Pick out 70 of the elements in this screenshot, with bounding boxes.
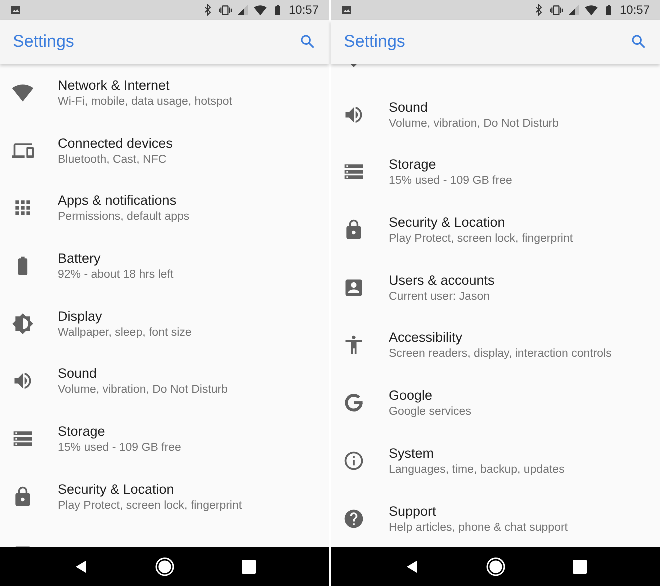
settings-item[interactable]: Sound Volume, vibration, Do Not Disturb: [331, 86, 660, 144]
settings-item[interactable]: Storage 15% used - 109 GB free: [0, 410, 329, 468]
item-subtitle: 15% used - 109 GB free: [58, 441, 182, 456]
item-subtitle: 92% - about 18 hrs left: [58, 268, 174, 284]
item-subtitle: Wallpaper, sleep, font size: [58, 326, 192, 341]
vibrate-icon: [218, 4, 232, 16]
item-subtitle: Permissions, default apps: [58, 210, 190, 226]
item-title: Battery: [58, 250, 102, 268]
settings-item[interactable]: Apps & notifications Permissions, default apps: [0, 179, 329, 238]
home-button[interactable]: [486, 556, 506, 576]
signal-icon: [236, 4, 249, 16]
recents-button[interactable]: [242, 560, 256, 574]
item-subtitle: Play Protect, screen lock, fingerprint: [389, 232, 574, 248]
item-title: Storage: [58, 423, 106, 440]
vibrate-icon: [550, 4, 563, 16]
item-title: Users & accounts: [389, 272, 495, 289]
image-icon: [341, 4, 353, 16]
item-title: Network & Internet: [58, 77, 171, 94]
item-title: Sound: [58, 365, 98, 382]
item-subtitle: Google services: [389, 405, 472, 420]
signal-icon: [568, 4, 580, 16]
wifi-icon: [12, 82, 34, 104]
item-subtitle: Wi-Fi, mobile, data usage, hotspot: [58, 95, 232, 110]
clock-time: 10:57: [288, 4, 319, 16]
item-subtitle: Play Protect, screen lock, fingerprint: [58, 498, 242, 514]
settings-item[interactable]: Users & accounts Current user: Jason: [331, 258, 660, 316]
settings-item[interactable]: Battery 92% - about 18 hrs left: [0, 237, 329, 295]
item-title: Security & Location: [58, 480, 176, 498]
settings-item[interactable]: Network & Internet Wi-Fi, mobile, data usage, hotspot: [0, 64, 329, 122]
item-title: Support: [389, 502, 438, 520]
item-subtitle: 15% used - 109 GB free: [389, 174, 512, 190]
settings-item[interactable]: Sound Volume, vibration, Do Not Disturb: [0, 352, 329, 410]
item-subtitle: Volume, vibration, Do Not Disturb: [58, 383, 228, 398]
brightness-icon: [12, 312, 34, 335]
g-logo-icon: [343, 392, 365, 414]
settings-item[interactable]: Security & Location Play Protect, screen lock, fingerprint: [0, 468, 329, 526]
image-icon: [10, 4, 22, 16]
settings-item[interactable]: Google Google services: [331, 374, 660, 432]
item-subtitle: Volume, vibration, Do Not Disturb: [389, 116, 560, 132]
item-title: Security & Location: [389, 214, 506, 232]
item-title: Sound: [389, 98, 430, 116]
clock-time: 10:57: [620, 4, 650, 16]
item-title: Storage: [389, 156, 438, 174]
item-title: Connected devices: [58, 134, 173, 152]
item-subtitle: Languages, time, backup, updates: [389, 462, 565, 478]
wifi-icon: [584, 4, 598, 16]
settings-item[interactable]: System Languages, time, backup, updates: [331, 432, 660, 490]
settings-item[interactable]: Connected devices Bluetooth, Cast, NFC: [0, 122, 329, 180]
wifi-icon: [254, 4, 267, 16]
item-subtitle: Help articles, phone & chat support: [389, 520, 568, 536]
item-subtitle: Screen readers, display, interaction controls: [389, 347, 612, 362]
settings-item[interactable]: Security & Location Play Protect, screen lock, fingerprint: [331, 201, 660, 259]
app-title: Settings: [13, 31, 74, 54]
help-icon: [343, 508, 365, 530]
settings-item[interactable]: Accessibility Screen readers, display, interaction controls: [331, 316, 660, 374]
info-icon: [343, 450, 365, 472]
item-title: System: [389, 444, 436, 462]
item-title: Google: [389, 387, 434, 404]
settings-item[interactable]: Support Help articles, phone & chat support: [331, 490, 660, 547]
item-subtitle: Current user: Jason: [389, 290, 491, 305]
recents-button[interactable]: [572, 560, 587, 574]
item-subtitle: Bluetooth, Cast, NFC: [58, 152, 168, 168]
item-title: Display: [58, 308, 104, 325]
home-button[interactable]: [155, 556, 176, 576]
accessibility-icon: [343, 334, 365, 356]
item-title: Apps & notifications: [58, 192, 178, 210]
settings-item[interactable]: Display Wallpaper, sleep, font size: [0, 294, 329, 352]
item-title: Accessibility: [389, 329, 464, 346]
settings-item[interactable]: Storage 15% used - 109 GB free: [331, 143, 660, 202]
app-title: Settings: [344, 31, 406, 54]
